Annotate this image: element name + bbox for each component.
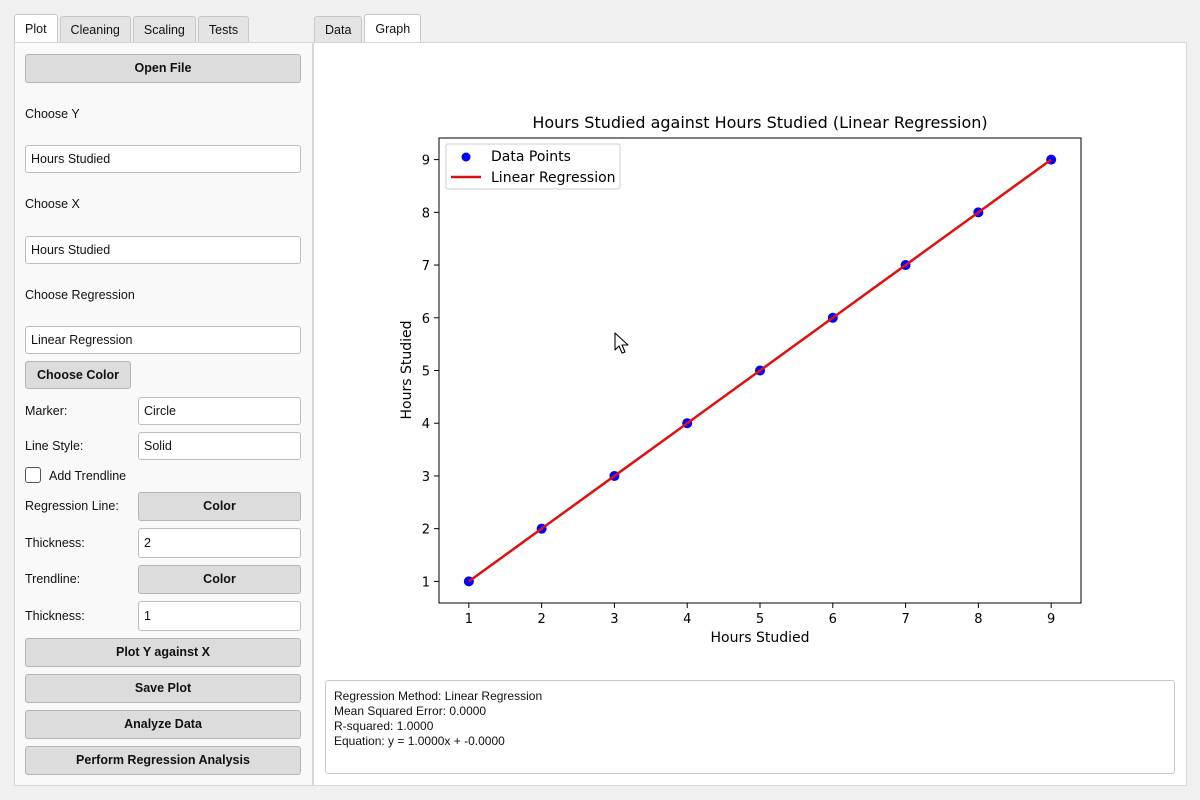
line-style-input[interactable]: Solid bbox=[138, 432, 301, 460]
x-tick-label: 9 bbox=[1047, 612, 1055, 627]
legend-marker-data-points bbox=[461, 152, 471, 162]
x-tick-label: 2 bbox=[537, 612, 545, 627]
regression-line-label: Regression Line: bbox=[25, 499, 119, 513]
regression-line-color-button[interactable]: Color bbox=[138, 492, 301, 521]
regression-thickness-input[interactable]: 2 bbox=[138, 528, 301, 558]
y-tick-label: 3 bbox=[422, 470, 430, 485]
choose-x-input[interactable]: Hours Studied bbox=[25, 236, 301, 264]
thickness-label-2: Thickness: bbox=[25, 609, 85, 623]
marker-input[interactable]: Circle bbox=[138, 397, 301, 425]
add-trendline-label: Add Trendline bbox=[49, 469, 127, 483]
right-tab-bar: Data Graph bbox=[314, 14, 423, 42]
x-tick-label: 3 bbox=[610, 612, 618, 627]
y-axis: 1 2 3 4 5 6 7 8 9 bbox=[422, 154, 439, 590]
choose-regression-input[interactable]: Linear Regression bbox=[25, 326, 301, 354]
mse-text: Mean Squared Error: 0.0000 bbox=[334, 704, 487, 718]
choose-color-button[interactable]: Choose Color bbox=[25, 361, 131, 389]
y-tick-label: 1 bbox=[422, 575, 430, 590]
y-tick-label: 6 bbox=[422, 312, 430, 327]
thickness-label-1: Thickness: bbox=[25, 536, 85, 550]
open-file-button[interactable]: Open File bbox=[25, 54, 301, 83]
line-style-label: Line Style: bbox=[25, 439, 84, 453]
trendline-thickness-input[interactable]: 1 bbox=[138, 601, 301, 631]
tab-cleaning[interactable]: Cleaning bbox=[59, 16, 131, 42]
mouse-cursor-icon bbox=[614, 332, 629, 354]
x-tick-label: 7 bbox=[901, 612, 909, 627]
trendline-label: Trendline: bbox=[25, 572, 81, 586]
trendline-color-button[interactable]: Color bbox=[138, 565, 301, 594]
legend: Data Points Linear Regression bbox=[445, 143, 621, 190]
y-tick-label: 8 bbox=[422, 206, 430, 221]
tab-scaling[interactable]: Scaling bbox=[132, 16, 196, 42]
tab-graph[interactable]: Graph bbox=[364, 14, 422, 42]
y-tick-label: 2 bbox=[422, 523, 430, 538]
tab-plot[interactable]: Plot bbox=[14, 14, 58, 42]
x-tick-label: 1 bbox=[465, 612, 473, 627]
y-axis-label: Hours Studied bbox=[399, 321, 415, 420]
y-tick-label: 7 bbox=[422, 259, 430, 274]
chart-title: Hours Studied against Hours Studied (Lin… bbox=[532, 113, 987, 132]
choose-y-label: Choose Y bbox=[25, 107, 80, 121]
perform-regression-analysis-button[interactable]: Perform Regression Analysis bbox=[25, 746, 301, 775]
choose-regression-label: Choose Regression bbox=[25, 288, 135, 302]
legend-label-data-points: Data Points bbox=[491, 149, 571, 165]
add-trendline-checkbox[interactable] bbox=[25, 467, 41, 483]
x-axis: 1 2 3 4 5 6 7 8 9 bbox=[465, 603, 1055, 627]
y-tick-label: 4 bbox=[422, 417, 430, 432]
tab-tests[interactable]: Tests bbox=[197, 16, 250, 42]
tab-data[interactable]: Data bbox=[314, 16, 363, 42]
plot-y-against-x-button[interactable]: Plot Y against X bbox=[25, 638, 301, 667]
equation-text: Equation: y = 1.0000x + -0.0000 bbox=[334, 734, 505, 748]
y-tick-label: 9 bbox=[422, 154, 430, 169]
x-tick-label: 6 bbox=[829, 612, 837, 627]
legend-label-linear-regression: Linear Regression bbox=[491, 170, 616, 186]
save-plot-button[interactable]: Save Plot bbox=[25, 674, 301, 703]
x-tick-label: 8 bbox=[974, 612, 982, 627]
y-tick-label: 5 bbox=[422, 365, 430, 380]
choose-y-input[interactable]: Hours Studied bbox=[25, 145, 301, 173]
regression-chart: Hours Studied against Hours Studied (Lin… bbox=[399, 113, 1082, 646]
regression-method-text: Regression Method: Linear Regression bbox=[334, 689, 543, 703]
r-squared-text: R-squared: 1.0000 bbox=[334, 719, 434, 733]
choose-x-label: Choose X bbox=[25, 197, 80, 211]
analyze-data-button[interactable]: Analyze Data bbox=[25, 710, 301, 739]
x-tick-label: 4 bbox=[683, 612, 691, 627]
left-tab-bar: Plot Cleaning Scaling Tests bbox=[14, 14, 251, 42]
regression-results-box: Regression Method: Linear Regression Mea… bbox=[325, 680, 1175, 774]
x-tick-label: 5 bbox=[756, 612, 764, 627]
x-axis-label: Hours Studied bbox=[711, 630, 810, 646]
marker-label: Marker: bbox=[25, 404, 68, 418]
